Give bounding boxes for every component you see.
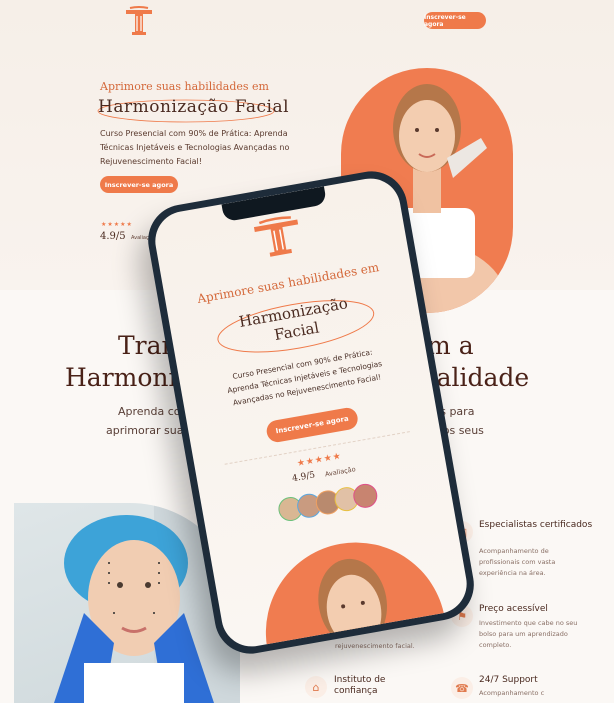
- phone-avatar-group: [276, 481, 380, 523]
- header-signup-button[interactable]: Inscrever-se agora: [424, 12, 486, 29]
- phone-rating-value: 4.9/5: [291, 470, 316, 485]
- feature-description: Acompanhamento c: [479, 689, 545, 697]
- phone-model-photo: [251, 528, 461, 652]
- phone-rating-label: Avaliação: [324, 465, 357, 479]
- feature-description: Investimento que cabe no seu bolso para …: [479, 619, 578, 649]
- phone-brand-logo[interactable]: [251, 213, 305, 261]
- feature-description: rejuvenescimento facial.: [335, 642, 415, 650]
- hero-description: Curso Presencial com 90% de Prática: Apr…: [100, 129, 290, 166]
- hero-signup-button[interactable]: Inscrever-se agora: [100, 176, 178, 193]
- hero-title: Harmonização Facial: [98, 97, 290, 117]
- feature-title: Especialistas certificados: [479, 520, 593, 530]
- hero-rating-value: 4.9/5: [100, 231, 126, 242]
- feature-title: 24/7 Support: [479, 675, 538, 685]
- feature-description: Acompanhamento de profissionais com vast…: [479, 547, 556, 577]
- hero-kicker: Aprimore suas habilidades em: [100, 80, 269, 93]
- trust-icon: ⌂: [305, 676, 327, 698]
- hero-rating-stars: ★★★★★: [101, 221, 133, 228]
- support-icon: ☎: [451, 677, 473, 699]
- phone-rating-stars: ★★★★★: [296, 451, 343, 470]
- brand-logo[interactable]: [124, 6, 154, 36]
- feature-title: Instituto de confiança: [334, 675, 386, 696]
- phone-signup-button[interactable]: Inscrever-se agora: [264, 406, 360, 444]
- feature-title: Preço acessível: [479, 604, 548, 614]
